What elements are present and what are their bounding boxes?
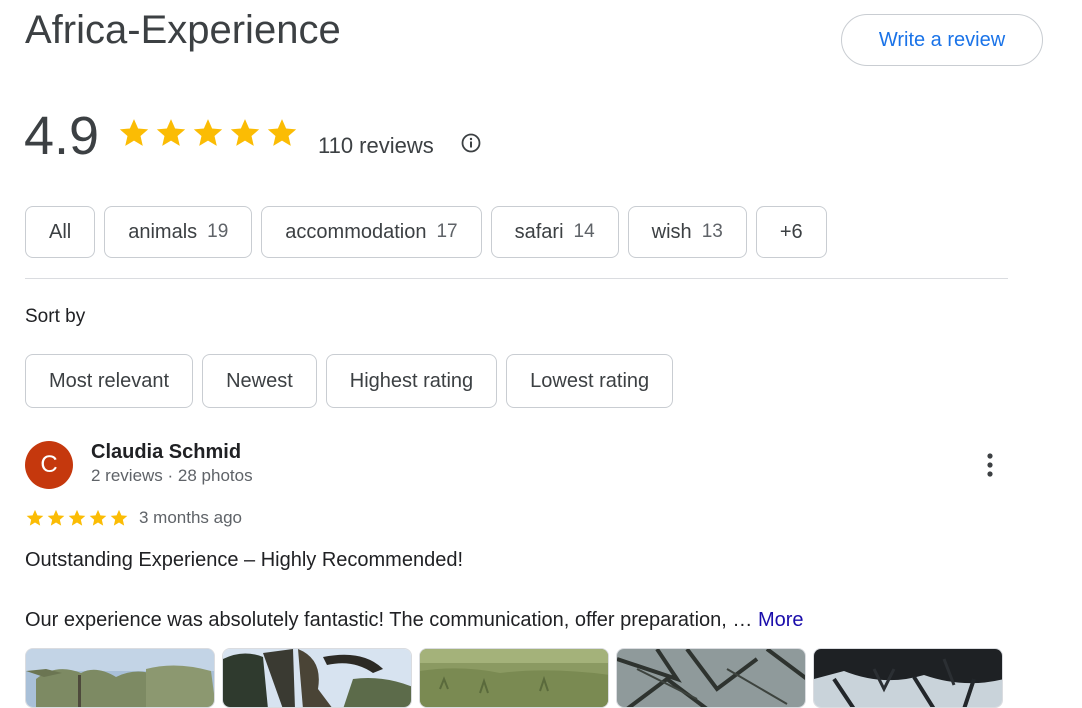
review-text: Our experience was absolutely fantastic!… <box>25 609 804 632</box>
topic-chip-label: accommodation <box>285 220 427 243</box>
topic-chip-label: wish <box>651 220 692 243</box>
star-icon <box>228 116 262 150</box>
reviewer-name[interactable]: Claudia Schmid <box>91 441 241 464</box>
topic-chip-accommodation[interactable]: accommodation 17 <box>261 206 482 258</box>
more-link[interactable]: More <box>758 609 804 631</box>
average-rating: 4.9 <box>24 106 100 166</box>
star-icon <box>191 116 225 150</box>
topic-chip-animals[interactable]: animals 19 <box>104 206 253 258</box>
sort-highest-rating-button[interactable]: Highest rating <box>325 354 498 408</box>
star-icon <box>46 508 66 528</box>
sort-options: Most relevant Newest Highest rating Lowe… <box>25 354 674 408</box>
write-review-button[interactable]: Write a review <box>841 14 1043 66</box>
star-icon <box>109 508 129 528</box>
reviews-count: 110 reviews <box>318 133 434 158</box>
review-photo[interactable] <box>813 648 1003 708</box>
topic-filter-chips: All animals 19 accommodation 17 safari 1… <box>25 206 827 258</box>
topic-chip-count: 19 <box>207 221 229 242</box>
topic-chip-count: 17 <box>436 221 458 242</box>
topic-chip-all[interactable]: All <box>25 206 96 258</box>
review-photos <box>25 648 1003 708</box>
more-options-icon[interactable] <box>980 450 1000 482</box>
topic-chip-count: 13 <box>701 221 723 242</box>
topic-chip-wish[interactable]: wish 13 <box>627 206 747 258</box>
star-icon <box>154 116 188 150</box>
topic-chip-count: 14 <box>573 221 595 242</box>
star-icon <box>265 116 299 150</box>
topic-chip-label: animals <box>128 220 198 243</box>
review-headline: Outstanding Experience – Highly Recommen… <box>25 549 464 571</box>
sort-most-relevant-button[interactable]: Most relevant <box>25 354 194 408</box>
review-date: 3 months ago <box>139 508 243 527</box>
avatar[interactable]: C <box>25 441 73 489</box>
sort-by-label: Sort by <box>25 306 86 327</box>
rating-stars <box>117 116 299 150</box>
review-rating-stars <box>25 508 129 528</box>
sort-newest-button[interactable]: Newest <box>202 354 317 408</box>
star-icon <box>117 116 151 150</box>
place-title: Africa-Experience <box>25 8 341 52</box>
topic-chip-label: safari <box>514 220 564 243</box>
topic-chip-safari[interactable]: safari 14 <box>490 206 619 258</box>
review-photo[interactable] <box>222 648 412 708</box>
star-icon <box>25 508 45 528</box>
topic-chip-label: All <box>49 220 72 243</box>
review-photo[interactable] <box>25 648 215 708</box>
star-icon <box>67 508 87 528</box>
review-photo[interactable] <box>616 648 806 708</box>
star-icon <box>88 508 108 528</box>
sort-lowest-rating-button[interactable]: Lowest rating <box>506 354 674 408</box>
topic-chip-more[interactable]: +6 <box>755 206 827 258</box>
info-icon[interactable] <box>460 132 482 154</box>
reviewer-meta: 2 reviews · 28 photos <box>91 466 253 485</box>
topic-chip-label: +6 <box>779 220 803 243</box>
review-photo[interactable] <box>419 648 609 708</box>
divider <box>25 278 1008 279</box>
review-body: Our experience was absolutely fantastic!… <box>25 609 758 631</box>
